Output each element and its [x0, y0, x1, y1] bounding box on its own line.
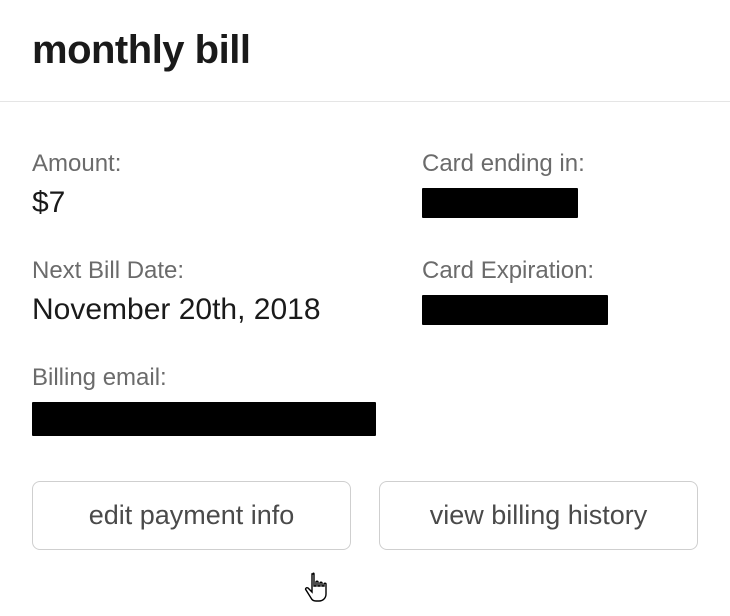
card-ending-value-redacted: [422, 188, 578, 218]
card-ending-field: Card ending in:: [422, 150, 698, 223]
amount-field: Amount: $7: [32, 150, 422, 223]
page-title: monthly bill: [32, 28, 698, 73]
amount-label: Amount:: [32, 150, 422, 178]
amount-value: $7: [32, 186, 422, 220]
card-expiration-label: Card Expiration:: [422, 257, 698, 285]
next-bill-date-label: Next Bill Date:: [32, 257, 422, 285]
billing-email-field: Billing email:: [32, 364, 376, 441]
card-ending-label: Card ending in:: [422, 150, 698, 178]
card-expiration-value-redacted: [422, 295, 608, 325]
pointer-cursor-icon: [304, 572, 332, 604]
next-bill-date-field: Next Bill Date: November 20th, 2018: [32, 257, 422, 330]
billing-email-label: Billing email:: [32, 364, 376, 392]
card-expiration-field: Card Expiration:: [422, 257, 698, 330]
billing-email-value-redacted: [32, 402, 376, 436]
edit-payment-button[interactable]: edit payment info: [32, 481, 351, 550]
view-billing-history-button[interactable]: view billing history: [379, 481, 698, 550]
billing-details: Amount: $7 Card ending in: Next Bill Dat…: [32, 102, 698, 550]
next-bill-date-value: November 20th, 2018: [32, 293, 422, 327]
